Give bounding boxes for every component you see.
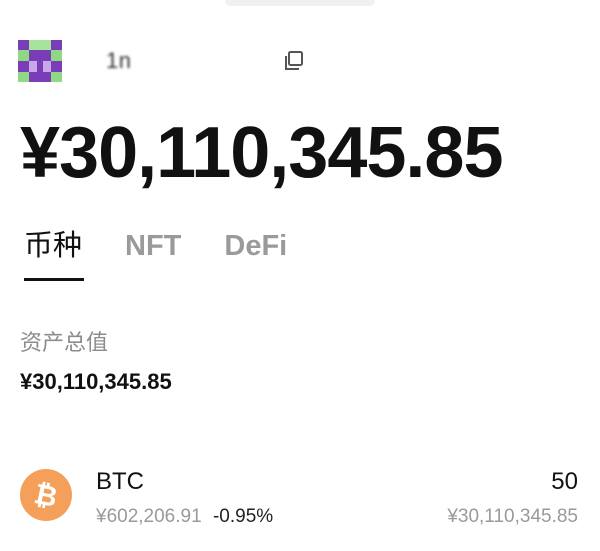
tab-tokens[interactable]: 币种 [24,228,82,264]
tab-nft[interactable]: NFT [125,228,181,264]
total-assets-value: ¥30,110,345.85 [20,369,172,394]
asset-unit-price: ¥602,206.91 [96,506,202,527]
total-assets-label: 资产总值 [20,330,109,355]
asset-total-value: ¥30,110,345.85 [447,506,578,527]
avatar-identicon [18,40,62,82]
wallet-address: 1n [106,48,132,73]
bitcoin-icon: ₿ [20,469,72,521]
tab-defi[interactable]: DeFi [224,228,287,264]
asset-symbol: BTC [96,468,144,495]
asset-quantity: 50 [551,468,578,495]
asset-price-change: -0.95% [212,506,274,527]
asset-row-btc[interactable]: ₿ BTC ¥602,206.91 -0.95% 50 ¥30,110,345.… [20,465,580,535]
asset-price-line: ¥602,206.91 -0.95% [96,506,273,528]
asset-tabs: 币种 NFT DeFi [24,228,330,264]
avatar[interactable] [18,40,62,82]
top-status-pill [225,0,375,6]
copy-icon[interactable] [282,49,306,73]
total-balance-display: ¥30,110,345.85 [20,113,504,193]
active-tab-indicator [24,278,84,281]
